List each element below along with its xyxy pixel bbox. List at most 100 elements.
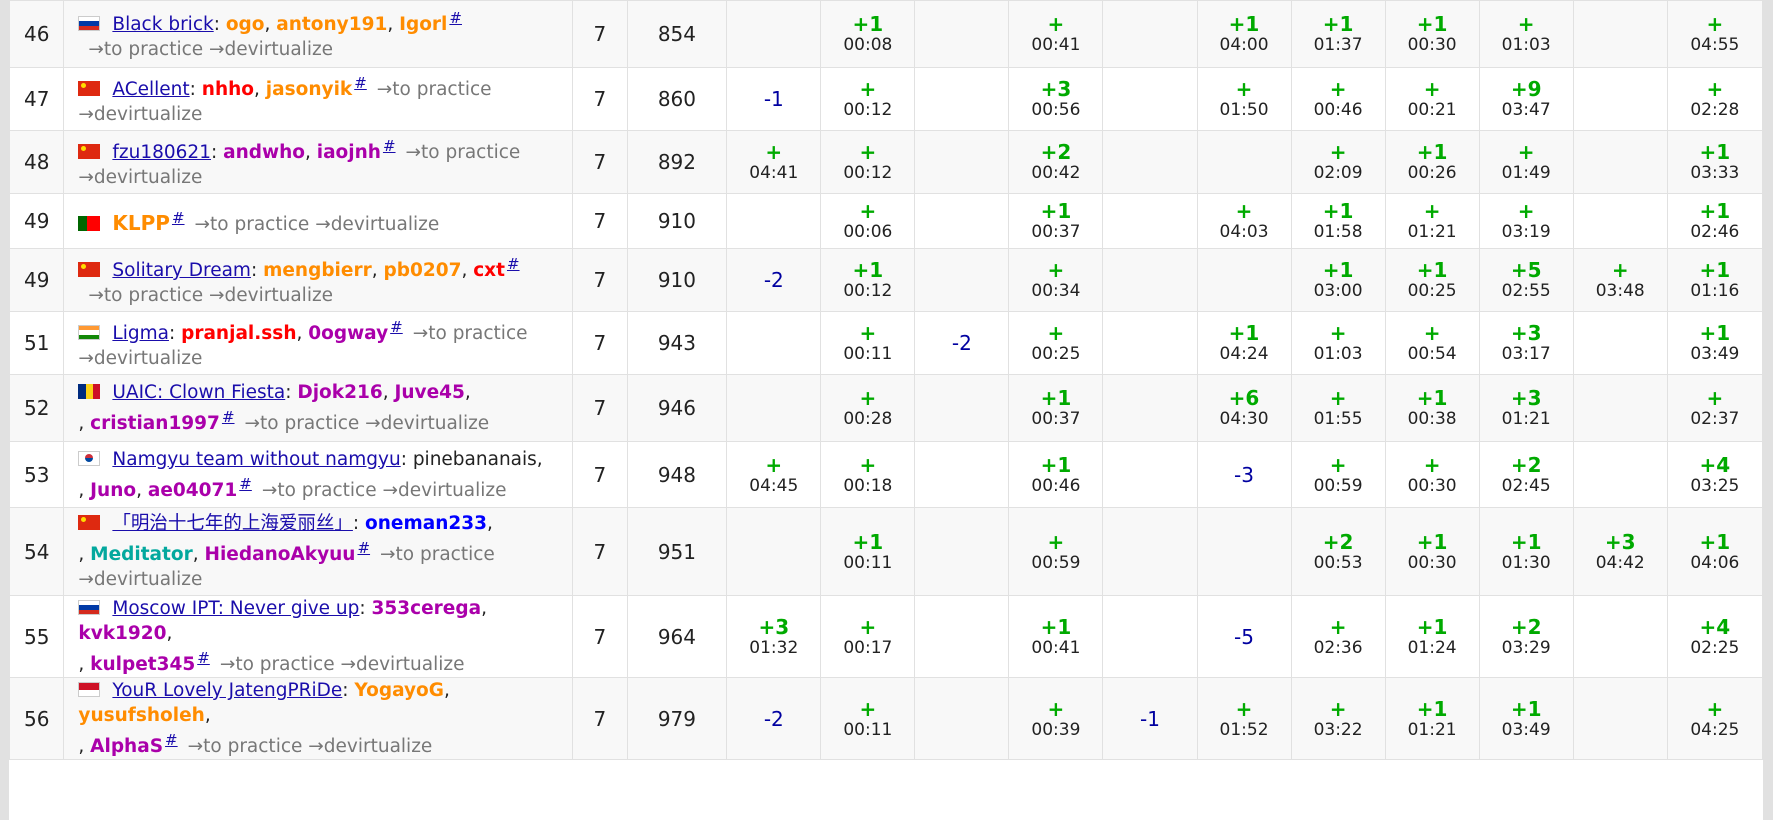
devirtualize-link[interactable]: →devirtualize [78,569,202,590]
member-link[interactable]: yusufsholeh [78,705,204,726]
problem-cell[interactable]: +01:21 [1384,193,1480,249]
problem-cell[interactable]: +3 00:56 [1008,67,1104,131]
team-hash-link[interactable]: # [357,539,370,557]
problem-cell[interactable]: -1 [1102,677,1198,760]
problem-cell[interactable]: +1 00:37 [1008,374,1104,442]
problem-cell[interactable]: +02:09 [1290,130,1386,194]
team-hash-link[interactable]: # [172,209,185,227]
problem-cell[interactable]: +00:28 [820,374,916,442]
team-hash-link[interactable]: # [449,9,462,27]
problem-cell[interactable]: +00:17 [820,595,916,678]
to-practice-link[interactable]: →to practice [220,654,335,675]
problem-cell[interactable]: +1 04:24 [1196,311,1292,375]
problem-cell[interactable]: +04:41 [726,130,822,194]
devirtualize-link[interactable]: →devirtualize [78,167,202,188]
problem-cell[interactable]: -2 [726,677,822,760]
to-practice-link[interactable]: →to practice [380,544,495,565]
devirtualize-link[interactable]: →devirtualize [78,348,202,369]
problem-cell[interactable]: +04:25 [1666,677,1764,760]
member-link[interactable]: andwho [223,142,305,163]
problem-cell[interactable]: +4 02:25 [1666,595,1764,678]
member-link[interactable]: Juve45 [394,382,464,403]
member-link[interactable]: AlphaS [90,736,163,757]
problem-cell[interactable]: -1 [726,67,822,131]
team-name-link[interactable]: fzu180621 [112,142,211,163]
member-link[interactable]: YogayoG [354,680,444,701]
problem-cell[interactable]: +3 03:17 [1478,311,1574,375]
problem-cell[interactable]: +01:49 [1478,130,1574,194]
member-link[interactable]: Juno [90,480,136,501]
member-link[interactable]: iaojnh [317,142,381,163]
problem-cell[interactable]: +2 00:53 [1290,507,1386,596]
problem-cell[interactable]: +00:59 [1290,441,1386,508]
problem-cell[interactable]: +01:52 [1196,677,1292,760]
to-practice-link[interactable]: →to practice [377,79,492,100]
problem-cell[interactable]: +1 01:30 [1478,507,1574,596]
problem-cell[interactable]: -3 [1196,441,1292,508]
devirtualize-link[interactable]: →devirtualize [209,39,333,60]
problem-cell[interactable]: +3 01:32 [726,595,822,678]
problem-cell[interactable]: +00:18 [820,441,916,508]
problem-cell[interactable]: +1 01:58 [1290,193,1386,249]
problem-cell[interactable]: +02:36 [1290,595,1386,678]
problem-cell[interactable]: +01:50 [1196,67,1292,131]
problem-cell[interactable]: +1 02:46 [1666,193,1764,249]
problem-cell[interactable]: +1 04:00 [1196,0,1292,68]
problem-cell[interactable]: +1 00:38 [1384,374,1480,442]
member-link[interactable]: Djok216 [297,382,382,403]
member-link[interactable]: oneman233 [365,513,487,534]
problem-cell[interactable]: +00:39 [1008,677,1104,760]
problem-cell[interactable]: +00:34 [1008,248,1104,312]
team-name-link[interactable]: YouR Lovely JatengPRiDe [112,680,342,701]
problem-cell[interactable]: +02:37 [1666,374,1764,442]
devirtualize-link[interactable]: →devirtualize [340,654,464,675]
problem-cell[interactable]: -2 [726,248,822,312]
member-link[interactable]: cxt [473,260,505,281]
team-hash-link[interactable]: # [239,475,252,493]
problem-cell[interactable]: +1 00:12 [820,248,916,312]
problem-cell[interactable]: +01:03 [1290,311,1386,375]
to-practice-link[interactable]: →to practice [88,39,203,60]
to-practice-link[interactable]: →to practice [188,736,303,757]
problem-cell[interactable]: +1 01:37 [1290,0,1386,68]
to-practice-link[interactable]: →to practice [406,142,521,163]
problem-cell[interactable]: +02:28 [1666,67,1764,131]
team-hash-link[interactable]: # [354,74,367,92]
member-link[interactable]: Igorl [399,14,447,35]
member-link[interactable]: pb0207 [383,260,461,281]
problem-cell[interactable]: +1 01:24 [1384,595,1480,678]
problem-cell[interactable]: +2 02:45 [1478,441,1574,508]
problem-cell[interactable]: +4 03:25 [1666,441,1764,508]
problem-cell[interactable]: -2 [914,311,1010,375]
member-link[interactable]: kulpet345 [90,654,195,675]
member-link[interactable]: pranjal.ssh [181,323,296,344]
problem-cell[interactable]: +1 00:26 [1384,130,1480,194]
problem-cell[interactable]: -5 [1196,595,1292,678]
problem-cell[interactable]: +1 04:06 [1666,507,1764,596]
problem-cell[interactable]: +00:11 [820,311,916,375]
problem-cell[interactable]: +9 03:47 [1478,67,1574,131]
problem-cell[interactable]: +1 00:37 [1008,193,1104,249]
team-name-link[interactable]: Ligma [112,323,169,344]
team-hash-link[interactable]: # [197,649,210,667]
problem-cell[interactable]: +1 00:25 [1384,248,1480,312]
to-practice-link[interactable]: →to practice [245,413,360,434]
problem-cell[interactable]: +1 03:49 [1666,311,1764,375]
problem-cell[interactable]: +03:48 [1572,248,1668,312]
team-hash-link[interactable]: # [222,408,235,426]
problem-cell[interactable]: +00:12 [820,130,916,194]
problem-cell[interactable]: +2 03:29 [1478,595,1574,678]
problem-cell[interactable]: +1 00:41 [1008,595,1104,678]
problem-cell[interactable]: +01:03 [1478,0,1574,68]
team-hash-link[interactable]: # [390,318,403,336]
member-link[interactable]: HiedanoAkyuu [204,544,355,565]
team-name-link[interactable]: Black brick [112,14,213,35]
problem-cell[interactable]: +3 01:21 [1478,374,1574,442]
member-link[interactable]: cristian1997 [90,413,220,434]
to-practice-link[interactable]: →to practice [195,214,310,235]
problem-cell[interactable]: +1 00:30 [1384,507,1480,596]
problem-cell[interactable]: +1 03:33 [1666,130,1764,194]
member-link[interactable]: mengbierr [263,260,372,281]
team-hash-link[interactable]: # [507,255,520,273]
team-hash-link[interactable]: # [165,731,178,749]
